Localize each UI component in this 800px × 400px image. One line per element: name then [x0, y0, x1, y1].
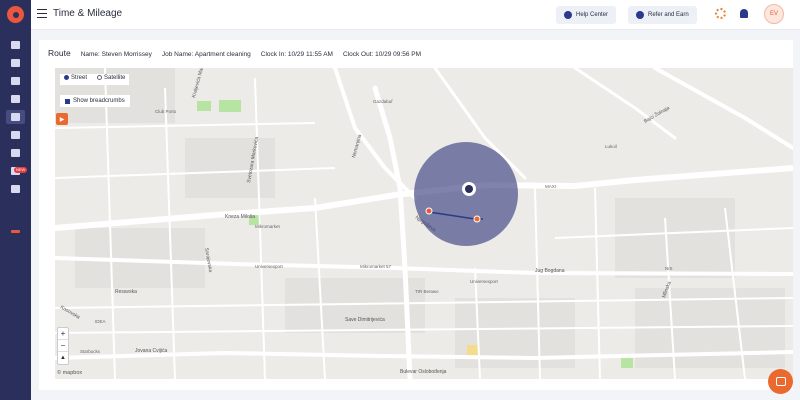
- start-point-marker[interactable]: [425, 207, 433, 215]
- trend-icon: [11, 229, 20, 233]
- clock-out-value: 10/29 09:56 PM: [375, 51, 422, 58]
- sidebar-item-team[interactable]: [6, 56, 25, 70]
- help-center-label: Help Center: [576, 12, 609, 18]
- new-badge: NEW: [14, 167, 28, 173]
- street-radio-icon: [64, 75, 69, 80]
- user-avatar[interactable]: EV: [764, 4, 784, 24]
- compass-button[interactable]: ▲: [58, 352, 68, 364]
- poi-mikromarket-57: Mikromarket 57: [360, 264, 392, 269]
- time-mileage-icon: [11, 113, 20, 121]
- top-bar: Time & Mileage Help Center Refer and Ear…: [31, 0, 800, 30]
- settings-icon: [11, 185, 20, 193]
- sidebar-item-settings[interactable]: [6, 182, 25, 196]
- sidebar-item-dashboard[interactable]: [6, 38, 25, 52]
- poi-maxi: MAXI: [545, 184, 556, 189]
- sidebar-item-marketing[interactable]: [6, 92, 25, 106]
- refer-earn-label: Refer and Earn: [648, 12, 689, 18]
- play-route-button[interactable]: ▶: [56, 113, 68, 125]
- job-label: Job Name:: [161, 51, 194, 58]
- refer-earn-button[interactable]: Refer and Earn: [628, 6, 697, 24]
- poi-idea: IDEA: [95, 319, 106, 324]
- breadcrumbs-label: Show breadcrumbs: [73, 98, 125, 104]
- zoom-controls: + − ▲: [57, 327, 69, 365]
- name-value: Steven Morrissey: [101, 51, 152, 58]
- street-label-resavska: Resavska: [115, 289, 137, 295]
- poi-tir: TIR Велико: [415, 289, 439, 294]
- zoom-in-button[interactable]: +: [58, 328, 68, 340]
- poi-mikromarket: Mikromarket: [255, 224, 281, 229]
- help-icon: [564, 11, 572, 19]
- zoom-out-button[interactable]: −: [58, 340, 68, 352]
- sidebar-item-reports-2[interactable]: [6, 146, 25, 160]
- dashboard-icon: [11, 41, 20, 49]
- poi-gazda: Gazdabuf: [373, 99, 393, 104]
- gift-icon: [636, 11, 644, 19]
- notifications-bell-icon[interactable]: [740, 9, 748, 18]
- poi-starbucks: Starbucks: [80, 349, 101, 354]
- layer-street-label: Street: [71, 75, 88, 82]
- sidebar-item-time-mileage[interactable]: [6, 110, 25, 124]
- employee-pin-icon: [465, 185, 473, 193]
- job-value: Apartment cleaning: [194, 51, 251, 58]
- job-field: Job Name: Apartment cleaning: [162, 51, 251, 58]
- satellite-radio-icon: [97, 75, 103, 80]
- settings-gear-icon[interactable]: [715, 8, 726, 19]
- chat-icon: [775, 377, 786, 386]
- map-layer-toggle: Street Satellite: [60, 74, 130, 85]
- poi-universexport: Universexport: [255, 264, 284, 269]
- clock-out-label: Clock Out:: [342, 51, 374, 58]
- briefcase-icon: [11, 77, 20, 85]
- chat-button[interactable]: [768, 369, 793, 394]
- sidebar-item-trend[interactable]: [6, 224, 25, 238]
- clock-in-label: Clock In:: [260, 51, 287, 58]
- poi-club: Club Porto: [155, 109, 177, 114]
- layer-satellite-label: Satellite: [104, 75, 126, 82]
- menu-toggle-icon[interactable]: [37, 9, 47, 18]
- sidebar: NEW: [0, 0, 31, 400]
- layer-satellite-option[interactable]: Satellite: [97, 75, 125, 84]
- page-title: Time & Mileage: [53, 8, 123, 19]
- map-attribution: © mapbox: [57, 370, 83, 376]
- end-point-marker[interactable]: [473, 215, 481, 223]
- help-center-button[interactable]: Help Center: [556, 6, 617, 24]
- clock-out-field: Clock Out: 10/29 09:56 PM: [343, 51, 421, 58]
- clock-in-field: Clock In: 10/29 11:55 AM: [261, 51, 333, 58]
- breadcrumbs-checkbox-icon: [65, 98, 70, 104]
- street-label-jug: Jug Bogdana: [535, 268, 565, 274]
- poi-nis: NIS: [665, 266, 673, 271]
- name-label: Name:: [80, 51, 100, 58]
- clock-in-value: 10/29 11:55 AM: [287, 51, 333, 58]
- route-heading: Route: [48, 48, 71, 58]
- street-label-bulevar: Bulevar Oslobođenja: [400, 369, 447, 375]
- route-info: Route Name: Steven Morrissey Job Name: A…: [48, 48, 421, 58]
- route-map[interactable]: Kraljevića Marka Nemanjina Njegoševa Kne…: [55, 68, 793, 379]
- map-canvas[interactable]: Kraljevića Marka Nemanjina Njegoševa Kne…: [55, 68, 793, 379]
- sidebar-item-jobs[interactable]: [6, 74, 25, 88]
- show-breadcrumbs-toggle[interactable]: Show breadcrumbs: [60, 95, 130, 107]
- team-icon: [11, 59, 20, 67]
- poi-universexport-2: Universexport: [470, 279, 499, 284]
- poi-lukoil: Lukoil: [605, 144, 617, 149]
- route-card: Route Name: Steven Morrissey Job Name: A…: [39, 40, 793, 390]
- street-label-save: Save Dimitrijevića: [345, 317, 385, 323]
- street-label-jovana: Jovana Cvijića: [135, 348, 167, 354]
- chart-icon: [11, 149, 20, 157]
- megaphone-icon: [11, 95, 20, 103]
- reports-icon: [11, 131, 20, 139]
- sidebar-item-reports[interactable]: [6, 128, 25, 142]
- app-logo-icon[interactable]: [7, 6, 24, 23]
- layer-street-option[interactable]: Street: [64, 75, 87, 84]
- name-field: Name: Steven Morrissey: [81, 51, 152, 58]
- street-label-kneza: Kneza Miloša: [225, 214, 255, 220]
